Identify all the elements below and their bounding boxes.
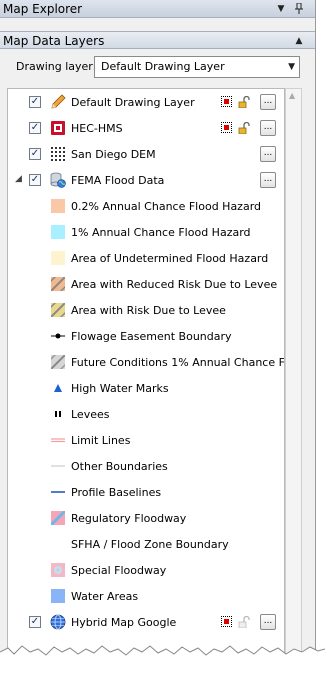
map-explorer-panel: Map Explorer ▼ Map Data Layers ▲ Drawing…: [0, 0, 316, 664]
dot-line-icon: [51, 329, 65, 343]
layer-row-default-drawing-layer[interactable]: ✓ Default Drawing Layer ...: [8, 93, 284, 113]
dot-fill-icon: [51, 563, 65, 577]
layer-checkbox[interactable]: ✓: [29, 122, 41, 134]
pencil-icon: [50, 94, 66, 110]
fill-swatch-icon: [51, 251, 65, 265]
legend-label: 1% Annual Chance Flood Hazard: [71, 226, 251, 239]
legend-item: Regulatory Floodway: [8, 509, 284, 529]
layer-name: Hybrid Map Google: [71, 616, 177, 629]
layer-checkbox[interactable]: ✓: [29, 174, 41, 186]
legend-item: Area with Risk Due to Levee: [8, 298, 284, 322]
line-icon: [51, 459, 65, 473]
map-explorer-header: Map Explorer ▼: [0, 0, 315, 18]
legend-item: Profile Baselines: [8, 483, 284, 503]
layers-tree: ✓ Default Drawing Layer ... ✓ HEC-HMS ..…: [7, 88, 285, 664]
torn-edge-decoration: [0, 645, 325, 674]
legend-label: Levees: [71, 408, 110, 421]
fill-swatch-icon: [51, 589, 65, 603]
legend-label: SFHA / Flood Zone Boundary: [71, 538, 229, 551]
expand-triangle-icon[interactable]: ◢: [15, 174, 22, 184]
layer-name: San Diego DEM: [71, 148, 156, 161]
fill-swatch-icon: [51, 199, 65, 213]
legend-item: Flowage Easement Boundary: [8, 327, 284, 347]
legend-label: Special Floodway: [71, 564, 167, 577]
map-data-layers-title: Map Data Layers: [3, 34, 105, 48]
dropdown-arrow-icon[interactable]: ▼: [274, 0, 288, 18]
legend-item: Limit Lines: [8, 431, 284, 451]
hatch-swatch-icon: [49, 509, 67, 527]
globe-icon: [50, 614, 66, 630]
selection-color-icon[interactable]: [221, 122, 232, 133]
legend-item: High Water Marks: [8, 379, 284, 399]
map-explorer-title: Map Explorer: [3, 2, 83, 16]
layer-checkbox[interactable]: ✓: [29, 148, 41, 160]
hatch-swatch-icon: [46, 298, 70, 322]
unlocked-icon[interactable]: [238, 95, 250, 109]
scroll-up-arrow-icon[interactable]: ▲: [289, 91, 295, 100]
grid-icon: [50, 146, 66, 162]
drawing-layer-select[interactable]: Default Drawing Layer ▼: [94, 56, 300, 78]
double-dash-icon: [51, 407, 65, 421]
map-data-layers-header[interactable]: Map Data Layers ▲: [0, 31, 315, 49]
empty-symbol-icon: [51, 537, 65, 551]
layer-options-button[interactable]: ...: [260, 146, 276, 162]
layer-checkbox[interactable]: ✓: [29, 616, 41, 628]
layer-options-button[interactable]: ...: [260, 614, 276, 630]
legend-label: Area with Risk Due to Levee: [71, 304, 226, 317]
database-globe-icon: [50, 172, 66, 188]
collapse-chevron-icon[interactable]: ▲: [292, 32, 306, 50]
legend-item: 1% Annual Chance Flood Hazard: [8, 223, 284, 243]
legend-item: SFHA / Flood Zone Boundary: [8, 535, 284, 555]
unlocked-icon[interactable]: [238, 615, 250, 629]
chevron-down-icon[interactable]: ▼: [288, 57, 295, 77]
drawing-layer-label: Drawing layer:: [16, 60, 97, 73]
legend-item: Levees: [8, 405, 284, 425]
layer-name: HEC-HMS: [71, 122, 123, 135]
legend-item: 0.2% Annual Chance Flood Hazard: [8, 197, 284, 217]
layer-row-hybrid-map-google[interactable]: ✓ Hybrid Map Google ...: [8, 613, 284, 633]
legend-item: Future Conditions 1% Annual Chance Flo: [8, 350, 285, 374]
triangle-icon: [51, 381, 65, 395]
layer-row-hec-hms[interactable]: ✓ HEC-HMS ...: [8, 119, 284, 139]
legend-item: Area with Reduced Risk Due to Levee: [8, 272, 284, 296]
legend-label: High Water Marks: [71, 382, 169, 395]
layer-options-button[interactable]: ...: [260, 120, 276, 136]
layer-name: Default Drawing Layer: [71, 96, 195, 109]
selection-color-icon[interactable]: [221, 96, 232, 107]
double-line-icon: [51, 433, 65, 447]
vertical-scrollbar[interactable]: ▲: [285, 88, 302, 664]
line-icon: [51, 485, 65, 499]
layer-options-button[interactable]: ...: [260, 94, 276, 110]
selection-color-icon[interactable]: [221, 616, 232, 627]
hatch-swatch-icon: [46, 272, 70, 296]
hatch-swatch-icon: [46, 350, 70, 374]
legend-item: Other Boundaries: [8, 457, 284, 477]
legend-label: Water Areas: [71, 590, 139, 603]
legend-label: Future Conditions 1% Annual Chance Flo: [71, 356, 285, 369]
layer-row-san-diego-dem[interactable]: ✓ San Diego DEM ...: [8, 145, 284, 165]
legend-item: Special Floodway: [8, 561, 284, 581]
layer-options-button[interactable]: ...: [260, 172, 276, 188]
layer-name: FEMA Flood Data: [71, 174, 165, 187]
legend-item: Water Areas: [8, 587, 284, 607]
hec-hms-icon: [50, 120, 66, 136]
legend-label: Other Boundaries: [71, 460, 168, 473]
legend-label: Profile Baselines: [71, 486, 162, 499]
layer-row-fema-flood-data[interactable]: ◢ ✓ FEMA Flood Data ...: [8, 171, 284, 191]
legend-label: Area with Reduced Risk Due to Levee: [71, 278, 278, 291]
fill-swatch-icon: [51, 225, 65, 239]
legend-label: Regulatory Floodway: [71, 512, 187, 525]
legend-label: Flowage Easement Boundary: [71, 330, 232, 343]
legend-label: 0.2% Annual Chance Flood Hazard: [71, 200, 262, 213]
layer-checkbox[interactable]: ✓: [29, 96, 41, 108]
drawing-layer-value: Default Drawing Layer: [101, 60, 225, 73]
legend-item: Area of Undetermined Flood Hazard: [8, 249, 284, 269]
unlocked-icon[interactable]: [238, 121, 250, 135]
pin-icon[interactable]: [292, 0, 306, 18]
legend-label: Area of Undetermined Flood Hazard: [71, 252, 269, 265]
legend-label: Limit Lines: [71, 434, 131, 447]
